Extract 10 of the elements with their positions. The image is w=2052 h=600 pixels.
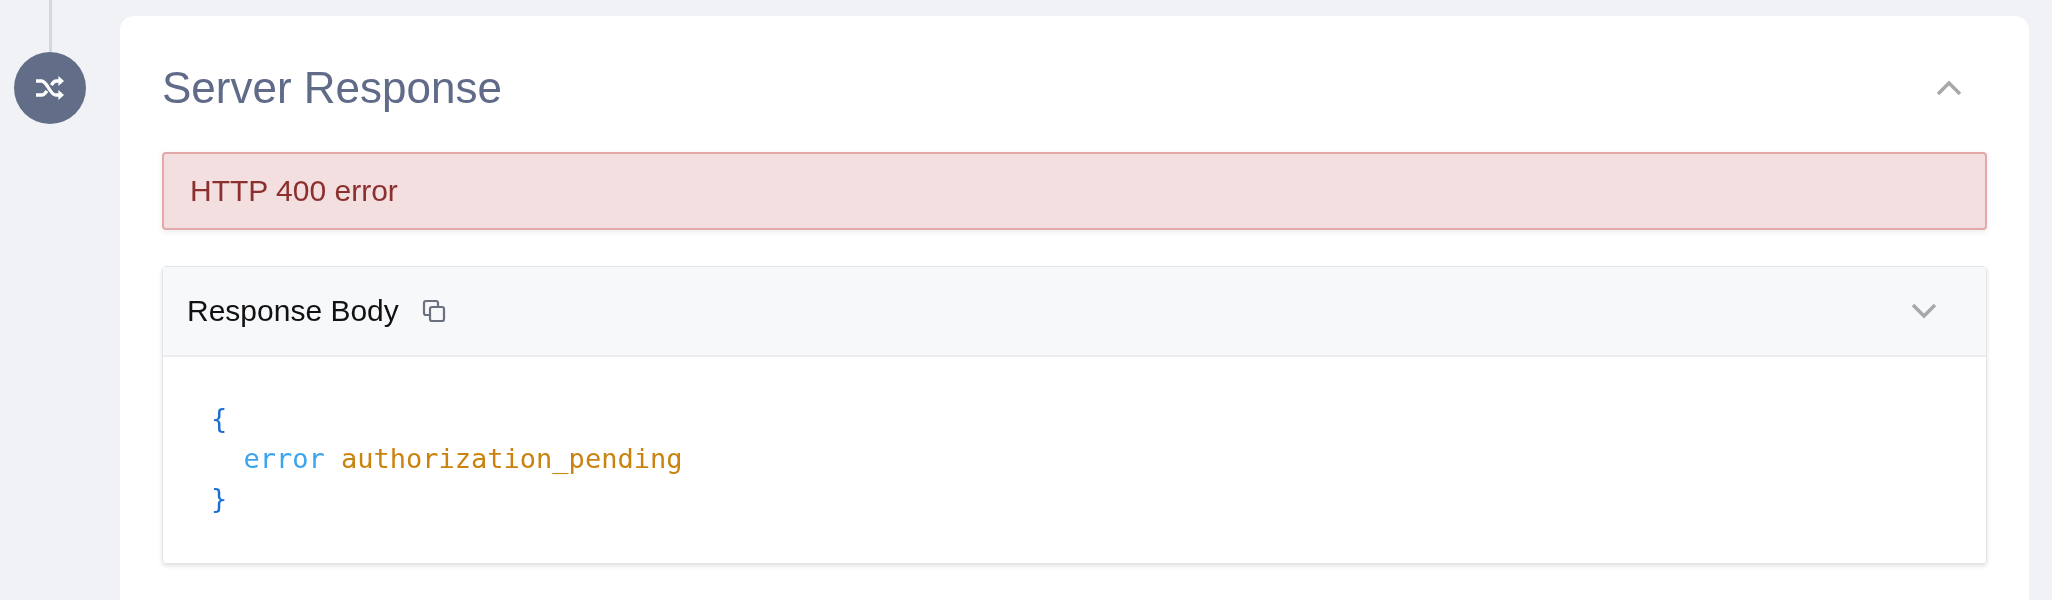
chevron-icon[interactable] xyxy=(1935,79,1963,97)
code-value: authorization_pending xyxy=(341,443,683,474)
copy-icon[interactable] xyxy=(420,298,447,324)
chevron-icon[interactable] xyxy=(1910,302,1938,320)
panel-title: Response Body xyxy=(187,294,399,328)
section-title: Server Response xyxy=(162,63,502,113)
code-brace: { xyxy=(211,403,228,434)
code-key: error xyxy=(243,443,325,474)
alert-text: HTTP 400 error xyxy=(190,174,398,208)
code-brace: } xyxy=(211,483,228,514)
